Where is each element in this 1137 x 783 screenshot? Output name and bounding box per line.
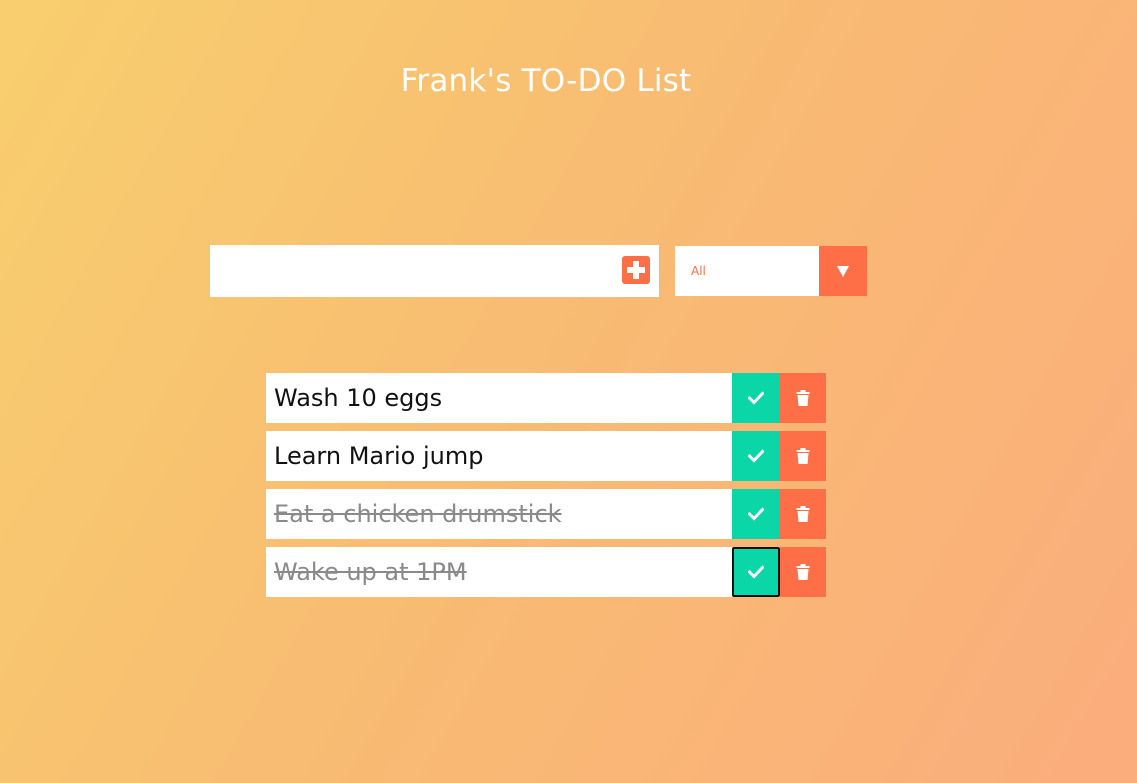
todo-item: Wash 10 eggs [266,373,826,423]
trash-icon [796,390,810,406]
check-icon [748,449,764,463]
complete-button[interactable] [732,547,780,597]
caret-down-icon [837,266,849,277]
delete-button[interactable] [780,547,826,597]
complete-button[interactable] [732,489,780,539]
add-todo-button[interactable] [622,256,650,284]
filter-selected-value: All [691,264,706,278]
todo-text: Wash 10 eggs [274,384,443,412]
todo-input-container [210,245,659,297]
todo-input[interactable] [210,245,610,297]
delete-button[interactable] [780,489,826,539]
trash-icon [796,448,810,464]
todo-text: Learn Mario jump [274,442,484,470]
page-title: Frank's TO-DO List [400,63,692,99]
check-icon [748,565,764,579]
todo-item: Wake up at 1PM [266,547,826,597]
check-icon [748,391,764,405]
todo-form: All [210,245,867,297]
trash-icon [796,506,810,522]
todo-text: Wake up at 1PM [274,558,467,586]
delete-button[interactable] [780,431,826,481]
todo-item: Learn Mario jump [266,431,826,481]
complete-button[interactable] [732,431,780,481]
check-icon [748,507,764,521]
todo-list: Wash 10 eggs Learn Mario jump Eat a chic… [266,373,826,605]
todo-text: Eat a chicken drumstick [274,500,562,528]
filter-select[interactable]: All [675,246,867,296]
trash-icon [796,564,810,580]
delete-button[interactable] [780,373,826,423]
todo-item: Eat a chicken drumstick [266,489,826,539]
complete-button[interactable] [732,373,780,423]
filter-dropdown-arrow[interactable] [819,246,867,296]
